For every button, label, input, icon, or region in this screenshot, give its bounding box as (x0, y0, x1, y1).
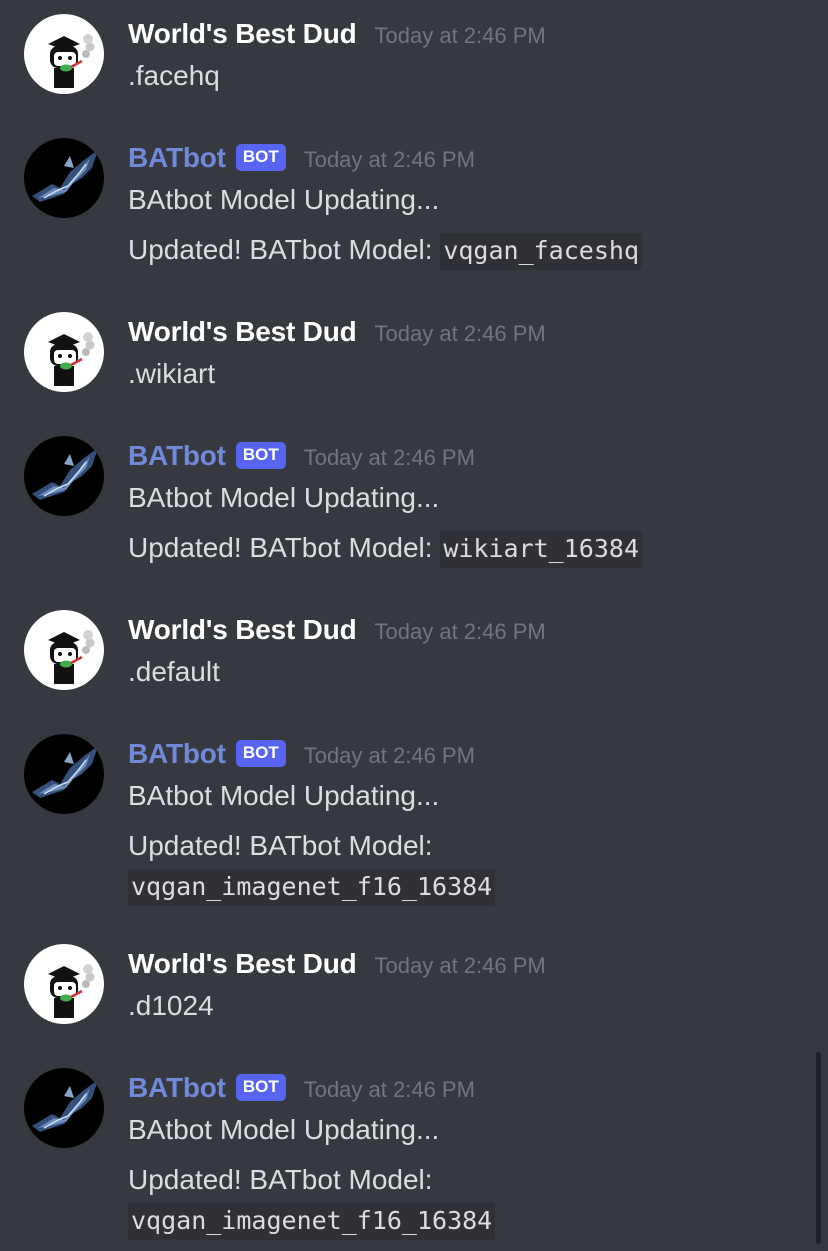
author-name[interactable]: World's Best Dud (128, 948, 357, 980)
model-code: vqgan_imagenet_f16_16384 (128, 869, 496, 906)
bot-avatar-icon[interactable] (24, 1068, 104, 1148)
message-text: .default (128, 656, 220, 687)
message-text: BAtbot Model Updating... (128, 482, 440, 513)
model-code: vqgan_faceshq (440, 233, 642, 270)
update-label: Updated! BATbot Model: (128, 234, 433, 265)
bot-avatar-icon[interactable] (24, 436, 104, 516)
author-name[interactable]: World's Best Dud (128, 316, 357, 348)
bot-tag-badge: BOT (235, 144, 286, 171)
author-name[interactable]: World's Best Dud (128, 18, 357, 50)
message-text: BAtbot Model Updating... (128, 1114, 440, 1145)
bot-avatar-icon[interactable] (24, 138, 104, 218)
user-avatar-icon[interactable] (24, 14, 104, 94)
model-code: vqgan_imagenet_f16_16384 (128, 1203, 496, 1240)
model-line: vqgan_imagenet_f16_16384 (128, 1203, 496, 1240)
chat-messages: World's Best Dud Today at 2:46 PM .faceh… (0, 0, 828, 1251)
message-timestamp: Today at 2:46 PM (374, 953, 546, 978)
message-timestamp: Today at 2:46 PM (303, 445, 475, 470)
user-avatar-icon[interactable] (24, 944, 104, 1024)
message-text: .facehq (128, 60, 220, 91)
author-name[interactable]: BATbot (128, 142, 226, 174)
bot-avatar-icon[interactable] (24, 734, 104, 814)
user-avatar-icon[interactable] (24, 312, 104, 392)
message-timestamp: Today at 2:46 PM (303, 1077, 475, 1102)
message-text: Updated! BATbot Model: vqgan_faceshq (128, 233, 642, 270)
bot-tag-badge: BOT (235, 740, 286, 767)
message-text: BAtbot Model Updating... (128, 184, 440, 215)
message-timestamp: Today at 2:46 PM (303, 743, 475, 768)
message-text: Updated! BATbot Model: wikiart_16384 (128, 531, 642, 568)
message-text: BAtbot Model Updating... (128, 780, 440, 811)
message-timestamp: Today at 2:46 PM (374, 619, 546, 644)
author-name[interactable]: World's Best Dud (128, 614, 357, 646)
message-text: .d1024 (128, 990, 214, 1021)
update-label: Updated! BATbot Model: (128, 1164, 433, 1195)
model-line: vqgan_imagenet_f16_16384 (128, 869, 496, 906)
update-label: Updated! BATbot Model: (128, 532, 433, 563)
message-timestamp: Today at 2:46 PM (374, 321, 546, 346)
author-name[interactable]: BATbot (128, 738, 226, 770)
update-label: Updated! BATbot Model: (128, 830, 433, 861)
bot-tag-badge: BOT (235, 442, 286, 469)
user-avatar-icon[interactable] (24, 610, 104, 690)
message-timestamp: Today at 2:46 PM (303, 147, 475, 172)
author-name[interactable]: BATbot (128, 1072, 226, 1104)
scrollbar-thumb[interactable] (816, 1052, 821, 1244)
bot-tag-badge: BOT (235, 1074, 286, 1101)
author-name[interactable]: BATbot (128, 440, 226, 472)
message-text: .wikiart (128, 358, 216, 389)
model-code: wikiart_16384 (440, 531, 642, 568)
message-timestamp: Today at 2:46 PM (374, 23, 546, 48)
